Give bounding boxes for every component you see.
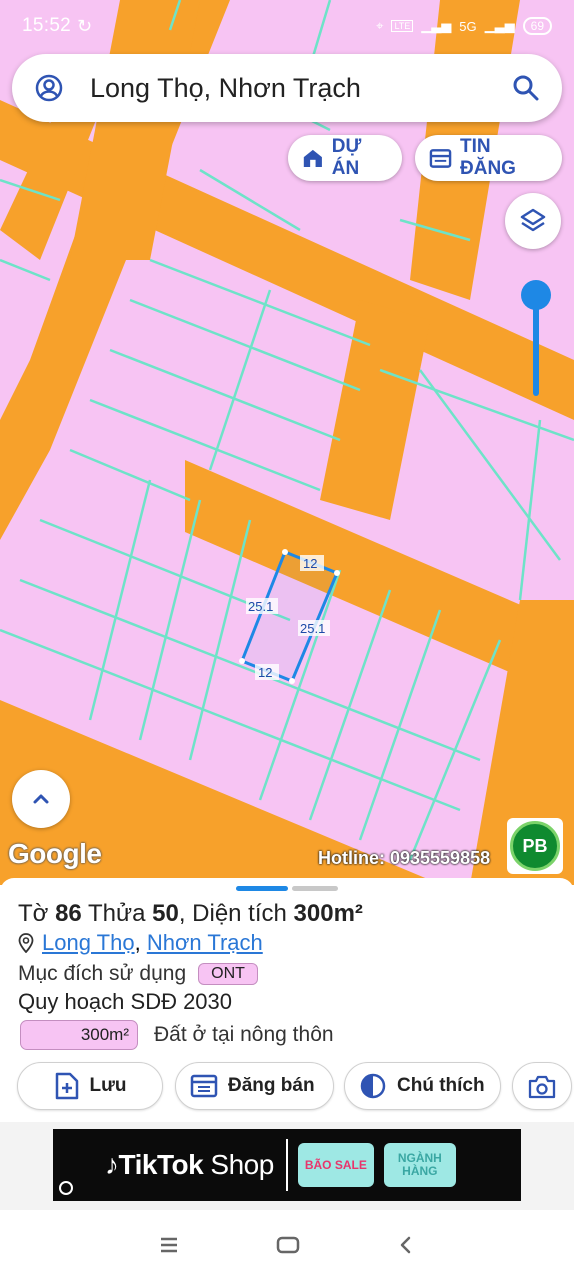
home-icon[interactable] — [275, 1234, 301, 1256]
plot-label-bottom: 12 — [258, 665, 272, 680]
house-icon — [303, 149, 322, 168]
location-separator: , — [134, 930, 141, 955]
post-sale-label: Đăng bán — [228, 1075, 315, 1096]
account-icon[interactable] — [34, 73, 64, 103]
plot-number: 50 — [152, 900, 179, 927]
ad-promo-sale: BÃO SALE — [297, 1143, 374, 1187]
layers-button[interactable] — [505, 193, 561, 249]
expand-up-button[interactable] — [12, 770, 70, 828]
partner-logo: PB — [507, 818, 563, 874]
add-file-icon — [55, 1072, 78, 1100]
ad-area: ♪TikTok Shop BÃO SALE NGÀNH HÀNG — [0, 1122, 574, 1210]
ad-choices-icon[interactable] — [59, 1181, 73, 1195]
land-purpose-row: Mục đích sử dụng ONT — [18, 962, 258, 986]
hotline-text: Hotline: 0935559858 — [318, 848, 491, 868]
map-canvas: 12 25.1 25.1 12 — [0, 0, 574, 885]
network-label: 5G — [459, 18, 477, 34]
partner-logo-text: PB — [510, 821, 560, 871]
location-icon: ⌖ — [376, 18, 384, 33]
camera-icon — [528, 1075, 556, 1099]
volte-icon: LTE — [391, 20, 414, 32]
listing-icon — [190, 1074, 218, 1098]
plot-label-left: 25.1 — [248, 599, 273, 614]
ad-divider — [285, 1139, 288, 1191]
layers-icon — [520, 208, 546, 232]
du-an-button[interactable]: DỰ ÁN — [288, 135, 402, 181]
google-logo: Google — [8, 838, 102, 869]
sheet-handle-inactive[interactable] — [292, 886, 338, 891]
land-plan-row: 300m² Đất ở tại nông thôn — [20, 1020, 334, 1050]
save-label: Lưu — [89, 1075, 127, 1096]
du-an-label: DỰ ÁN — [331, 136, 362, 179]
save-button[interactable]: Lưu — [17, 1062, 163, 1110]
ad-brand-suffix: Shop — [203, 1149, 274, 1180]
location-link-ward[interactable]: Long Thọ — [42, 930, 135, 955]
plot-label-right: 25.1 — [300, 621, 325, 636]
area-value: 300m² — [293, 900, 363, 927]
sheet-prefix: Tờ — [18, 900, 49, 927]
tin-dang-label: TIN ĐĂNG — [460, 136, 516, 179]
legend-label: Chú thích — [397, 1075, 485, 1096]
area-prefix: , Diện tích — [178, 900, 287, 927]
plan-area-box: 300m² — [20, 1020, 138, 1050]
signal-icon-2: ▁▃▅ — [484, 18, 515, 33]
tiktok-icon: ♪ — [105, 1149, 119, 1180]
plan-description: Đất ở tại nông thôn — [154, 1023, 334, 1046]
plot-prefix: Thửa — [88, 900, 146, 927]
ad-promo-category: NGÀNH HÀNG — [383, 1143, 456, 1187]
status-time: 15:52 — [22, 15, 72, 36]
parcel-info-sheet: Tờ 86 Thửa 50, Diện tích 300m² Long Thọ,… — [0, 878, 574, 1123]
search-location-title[interactable]: Long Thọ, Nhơn Trạch — [90, 73, 512, 104]
listing-icon — [429, 149, 452, 168]
parcel-title: Tờ 86 Thửa 50, Diện tích 300m² — [18, 900, 363, 928]
tin-dang-button[interactable]: TIN ĐĂNG — [415, 135, 562, 181]
plot-label-top: 12 — [303, 556, 317, 571]
land-purpose-label: Mục đích sử dụng — [18, 962, 187, 985]
search-bar[interactable]: Long Thọ, Nhơn Trạch — [12, 54, 562, 122]
system-nav-bar — [0, 1210, 574, 1280]
photo-button[interactable] — [512, 1062, 572, 1110]
map-view[interactable]: 12 25.1 25.1 12 — [0, 0, 574, 885]
back-icon[interactable] — [396, 1234, 416, 1256]
sheet-number: 86 — [55, 900, 82, 927]
opacity-slider-track[interactable] — [533, 300, 539, 396]
sheet-handle-active[interactable] — [236, 886, 288, 891]
land-purpose-badge: ONT — [198, 963, 258, 985]
post-sale-button[interactable]: Đăng bán — [175, 1062, 334, 1110]
action-buttons: Lưu Đăng bán Chú thích — [0, 1062, 574, 1112]
search-icon[interactable] — [512, 74, 540, 102]
signal-icon: ▁▃▅ — [421, 18, 452, 33]
legend-button[interactable]: Chú thích — [344, 1062, 501, 1110]
sync-icon: ↻ — [77, 15, 93, 36]
land-plan-label: Quy hoạch SDĐ 2030 — [18, 989, 233, 1014]
status-bar: 15:52 ↻ ⌖ LTE ▁▃▅ 5G ▁▃▅ 69 — [0, 0, 574, 52]
ad-banner[interactable]: ♪TikTok Shop BÃO SALE NGÀNH HÀNG — [53, 1129, 521, 1201]
menu-icon[interactable] — [158, 1235, 180, 1255]
chevron-up-icon — [33, 794, 49, 804]
opacity-slider-handle[interactable] — [521, 280, 551, 310]
ad-brand-name: TikTok — [118, 1149, 204, 1180]
battery-indicator: 69 — [522, 17, 552, 35]
location-link-district[interactable]: Nhơn Trạch — [147, 930, 263, 955]
ad-brand: ♪TikTok Shop — [105, 1149, 274, 1181]
contrast-icon — [360, 1073, 386, 1099]
parcel-location: Long Thọ, Nhơn Trạch — [18, 930, 263, 956]
location-pin-icon — [18, 933, 34, 953]
